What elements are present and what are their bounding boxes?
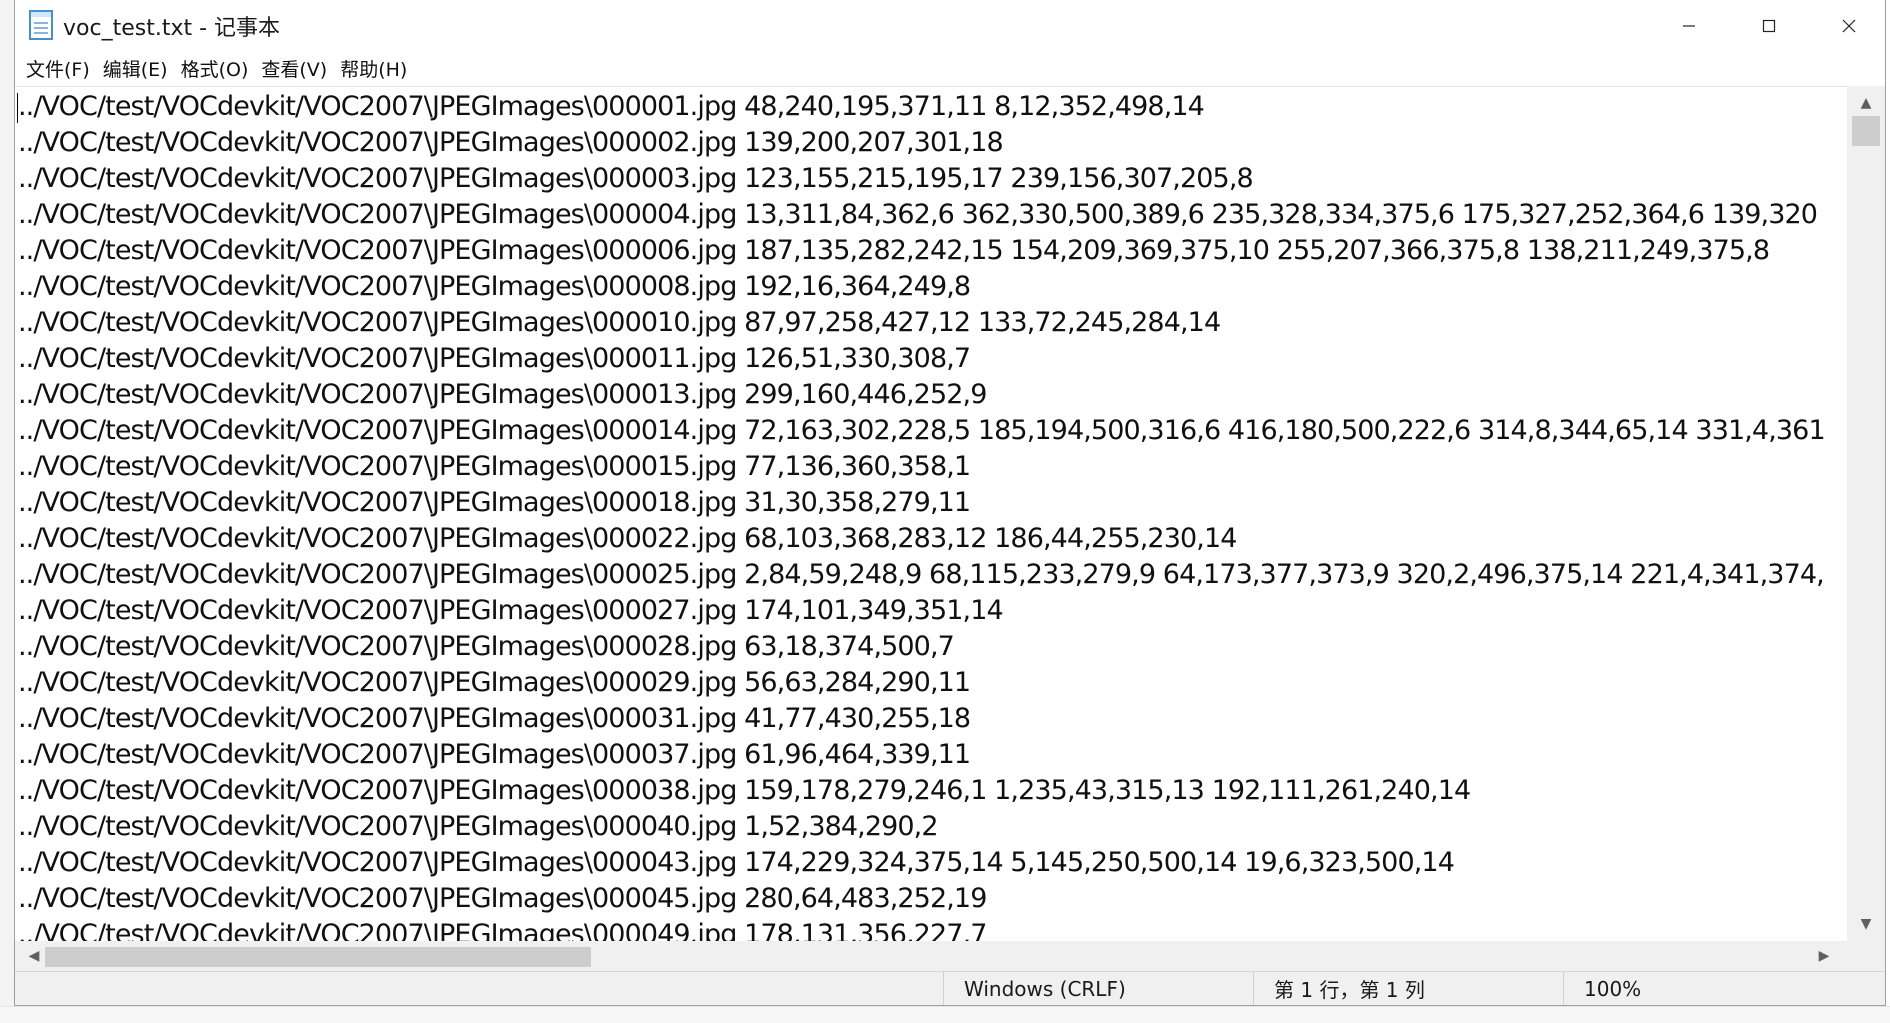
chevron-up-icon[interactable]: ▲ xyxy=(1847,92,1885,114)
text-line: ../VOC/test/VOCdevkit/VOC2007\JPEGImages… xyxy=(18,847,1455,878)
text-line: ../VOC/test/VOCdevkit/VOC2007\JPEGImages… xyxy=(18,559,1825,590)
maximize-icon xyxy=(1761,18,1777,34)
menu-view[interactable]: 查看(V) xyxy=(255,53,334,84)
text-line: ../VOC/test/VOCdevkit/VOC2007\JPEGImages… xyxy=(18,631,955,662)
menu-file[interactable]: 文件(F) xyxy=(20,53,97,84)
status-line-ending: Windows (CRLF) xyxy=(943,972,1253,1005)
notepad-app-icon xyxy=(29,10,53,40)
text-line: ../VOC/test/VOCdevkit/VOC2007\JPEGImages… xyxy=(18,523,1237,554)
horizontal-scroll-thumb[interactable] xyxy=(45,947,591,967)
window-title: voc_test.txt - 记事本 xyxy=(63,16,281,41)
text-line: ../VOC/test/VOCdevkit/VOC2007\JPEGImages… xyxy=(18,127,1004,158)
background-window-strip xyxy=(0,0,15,1022)
minimize-button[interactable] xyxy=(1649,0,1729,52)
text-line: ../VOC/test/VOCdevkit/VOC2007\JPEGImages… xyxy=(18,595,1004,626)
horizontal-scrollbar[interactable]: ◀ ▶ xyxy=(15,941,1847,971)
text-line: ../VOC/test/VOCdevkit/VOC2007\JPEGImages… xyxy=(18,307,1221,338)
text-line: ../VOC/test/VOCdevkit/VOC2007\JPEGImages… xyxy=(18,91,1205,122)
title-bar[interactable]: voc_test.txt - 记事本 xyxy=(15,0,1885,52)
close-icon xyxy=(1841,18,1857,34)
minimize-icon xyxy=(1681,18,1697,34)
text-line: ../VOC/test/VOCdevkit/VOC2007\JPEGImages… xyxy=(18,811,939,842)
text-line: ../VOC/test/VOCdevkit/VOC2007\JPEGImages… xyxy=(18,883,987,914)
maximize-button[interactable] xyxy=(1729,0,1809,52)
menu-bar: 文件(F) 编辑(E) 格式(O) 查看(V) 帮助(H) xyxy=(15,52,1885,84)
text-line: ../VOC/test/VOCdevkit/VOC2007\JPEGImages… xyxy=(18,199,1818,230)
text-line: ../VOC/test/VOCdevkit/VOC2007\JPEGImages… xyxy=(18,487,971,518)
text-line: ../VOC/test/VOCdevkit/VOC2007\JPEGImages… xyxy=(18,235,1770,266)
status-bar: Windows (CRLF) 第 1 行，第 1 列 100% xyxy=(15,971,1885,1005)
chevron-right-icon[interactable]: ▶ xyxy=(1809,941,1839,971)
background-window-bottom xyxy=(0,1006,1890,1023)
text-line: ../VOC/test/VOCdevkit/VOC2007\JPEGImages… xyxy=(18,415,1826,446)
text-line: ../VOC/test/VOCdevkit/VOC2007\JPEGImages… xyxy=(18,451,971,482)
menu-format[interactable]: 格式(O) xyxy=(175,53,256,84)
text-line: ../VOC/test/VOCdevkit/VOC2007\JPEGImages… xyxy=(18,775,1471,806)
menu-help[interactable]: 帮助(H) xyxy=(334,53,414,84)
scrollbar-corner xyxy=(1847,941,1885,971)
chevron-down-icon[interactable]: ▼ xyxy=(1847,913,1885,935)
notepad-window: voc_test.txt - 记事本 文件(F) 编辑(E) 格式(O) 查看(… xyxy=(14,0,1886,1006)
status-cursor-position: 第 1 行，第 1 列 xyxy=(1253,972,1563,1005)
text-editor-area[interactable]: ../VOC/test/VOCdevkit/VOC2007\JPEGImages… xyxy=(15,86,1847,942)
vertical-scroll-thumb[interactable] xyxy=(1852,116,1880,146)
close-button[interactable] xyxy=(1809,0,1889,52)
text-line: ../VOC/test/VOCdevkit/VOC2007\JPEGImages… xyxy=(18,163,1254,194)
text-line: ../VOC/test/VOCdevkit/VOC2007\JPEGImages… xyxy=(18,919,987,942)
text-line: ../VOC/test/VOCdevkit/VOC2007\JPEGImages… xyxy=(18,343,971,374)
text-line: ../VOC/test/VOCdevkit/VOC2007\JPEGImages… xyxy=(18,739,971,770)
text-line: ../VOC/test/VOCdevkit/VOC2007\JPEGImages… xyxy=(18,667,971,698)
text-line: ../VOC/test/VOCdevkit/VOC2007\JPEGImages… xyxy=(18,703,971,734)
status-zoom: 100% xyxy=(1563,972,1883,1005)
text-line: ../VOC/test/VOCdevkit/VOC2007\JPEGImages… xyxy=(18,379,987,410)
vertical-scrollbar[interactable]: ▲ ▼ xyxy=(1847,86,1885,941)
text-line: ../VOC/test/VOCdevkit/VOC2007\JPEGImages… xyxy=(18,271,971,302)
menu-edit[interactable]: 编辑(E) xyxy=(97,53,175,84)
